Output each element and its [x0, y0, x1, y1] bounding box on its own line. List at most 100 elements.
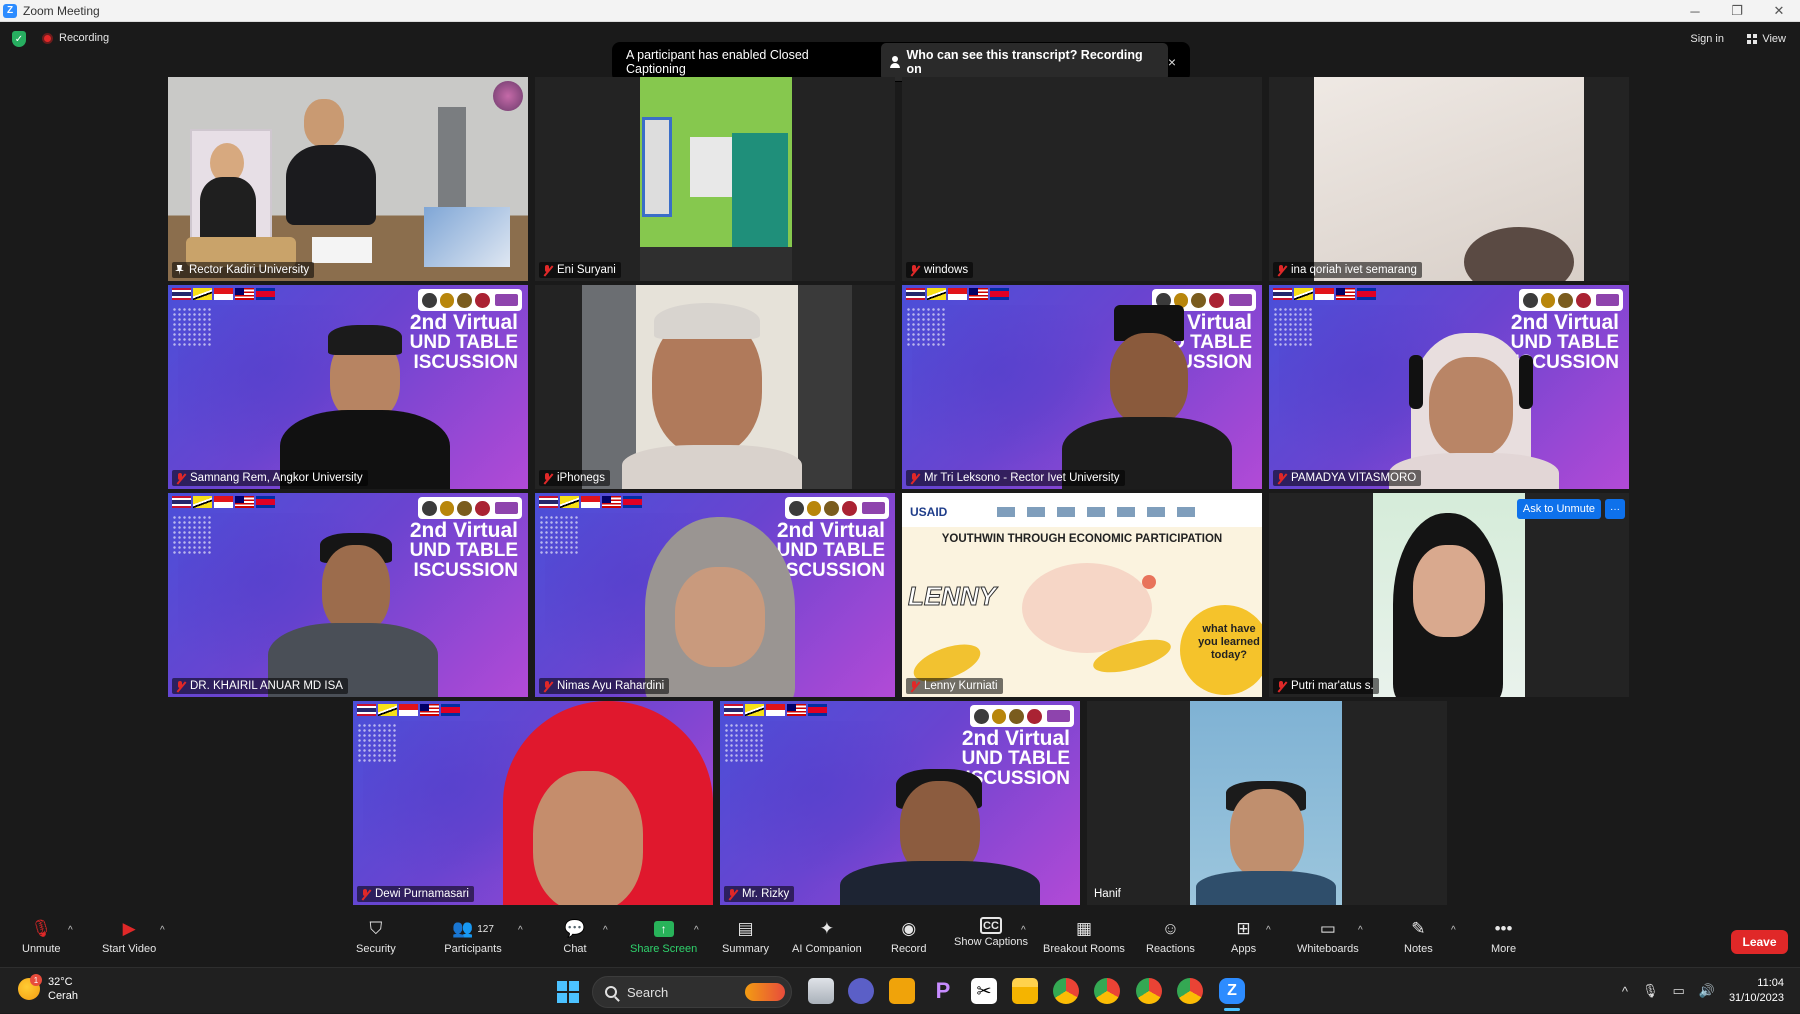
breakout-rooms-icon: ▦: [1075, 919, 1092, 938]
chrome-profile-icon[interactable]: [1094, 978, 1120, 1004]
security-button[interactable]: ⛉ Security: [356, 917, 396, 967]
video-tile[interactable]: 2nd Virtual UND TABLE ISCUSSION PAMADYA …: [1269, 285, 1629, 489]
chrome-profile-icon[interactable]: [1177, 978, 1203, 1004]
slide-title-line1: 2nd Virtual: [961, 727, 1070, 750]
task-view-icon[interactable]: [808, 978, 834, 1004]
record-button[interactable]: ◉ Record: [891, 917, 926, 967]
windows-start-icon[interactable]: [557, 981, 579, 1003]
video-tile[interactable]: windows: [902, 77, 1262, 281]
video-tile[interactable]: Ask to Unmute ··· Putri mar'atus s.: [1269, 493, 1629, 697]
notes-button[interactable]: ✎ Notes: [1404, 917, 1433, 967]
taskbar-clock[interactable]: 11:04 31/10/2023: [1729, 976, 1784, 1006]
tile-more-options-button[interactable]: ···: [1605, 499, 1625, 519]
zoom-app-icon[interactable]: Z: [1219, 978, 1245, 1004]
video-tile[interactable]: iPhonegs: [535, 285, 895, 489]
start-video-button[interactable]: ▶ Start Video: [102, 917, 156, 967]
video-tile[interactable]: 2nd Virtual UND TABLE ISCUSSION DR. KHAI…: [168, 493, 528, 697]
slide-title-line2: UND TABLE: [409, 540, 518, 561]
ai-companion-button[interactable]: ✦ AI Companion: [792, 917, 862, 967]
video-tile[interactable]: 2nd Virtual UND TABLE ISCUSSION Mr. Rizk…: [720, 701, 1080, 905]
teams-chat-icon[interactable]: [848, 978, 874, 1004]
chat-button[interactable]: 💬 Chat: [563, 917, 587, 967]
whiteboards-options-caret[interactable]: ^: [1358, 925, 1363, 936]
participant-name-tag: Nimas Ayu Rahardini: [539, 678, 670, 694]
slide-title-line2: UND TABLE: [961, 748, 1070, 769]
leave-button[interactable]: Leave: [1731, 930, 1788, 954]
slide-title: 2nd Virtual UND TABLE ISCUSSION: [776, 519, 885, 581]
slide-title-line1: 2nd Virtual: [776, 519, 885, 542]
network-icon[interactable]: ▭: [1672, 983, 1684, 999]
breakout-rooms-button[interactable]: ▦ Breakout Rooms: [1043, 917, 1125, 967]
video-tile[interactable]: Rector Kadiri University: [168, 77, 528, 281]
video-tile[interactable]: Eni Suryani: [535, 77, 895, 281]
video-feed: [582, 285, 852, 489]
apps-icon: ⊞: [1236, 919, 1251, 938]
usaid-logo: USAID: [910, 505, 948, 519]
video-feed: [1190, 701, 1342, 905]
video-tile[interactable]: USAID YOUTHWIN THROUGH ECONOMIC PARTICIP…: [902, 493, 1262, 697]
share-screen-button[interactable]: ↑ Share Screen: [630, 917, 697, 967]
weather-widget[interactable]: 1 32°C Cerah: [18, 974, 78, 1003]
explorer-store-icon[interactable]: [889, 978, 915, 1004]
video-tile[interactable]: 2nd Virtual OUND TABLE DISCUSSION Mr Tri…: [902, 285, 1262, 489]
reactions-button[interactable]: ☺ Reactions: [1146, 917, 1195, 967]
slide-heading: YOUTHWIN THROUGH ECONOMIC PARTICIPATION: [941, 533, 1223, 545]
weather-temp: 32°C: [48, 976, 73, 988]
volume-icon[interactable]: 🔊: [1699, 983, 1715, 999]
video-tile[interactable]: Dewi Purnamasari: [353, 701, 713, 905]
participant-name-tag: ina qoriah ivet semarang: [1273, 262, 1422, 278]
whiteboards-label: Whiteboards: [1297, 943, 1359, 955]
participants-options-caret[interactable]: ^: [518, 925, 523, 936]
transcript-visibility-button[interactable]: Who can see this transcript? Recording o…: [880, 43, 1168, 81]
video-tile[interactable]: 2nd Virtual UND TABLE ISCUSSION Samnang …: [168, 285, 528, 489]
view-button[interactable]: View: [1747, 33, 1786, 45]
summary-icon: ▤: [737, 919, 754, 938]
tray-overflow-icon[interactable]: ^: [1622, 984, 1628, 999]
banner-message: A participant has enabled Closed Caption…: [626, 48, 809, 76]
breakout-rooms-label: Breakout Rooms: [1043, 943, 1125, 955]
show-captions-button[interactable]: CC Show Captions: [954, 917, 1028, 967]
video-options-caret[interactable]: ^: [160, 925, 165, 936]
slide-title-line3: ISCUSSION: [413, 352, 518, 373]
slide-presenter-name: LENNY: [907, 581, 997, 612]
participants-button[interactable]: 👥 127 Participants: [443, 917, 503, 967]
capcut-icon[interactable]: ✂: [971, 978, 997, 1004]
microphone-tray-icon[interactable]: 🎙: [1642, 983, 1659, 999]
close-window-button[interactable]: ✕: [1758, 0, 1800, 22]
ask-to-unmute-button[interactable]: Ask to Unmute: [1516, 499, 1601, 519]
recording-indicator[interactable]: Recording: [42, 32, 109, 44]
dot-pattern: [539, 515, 579, 555]
chrome-profile-icon[interactable]: [1136, 978, 1162, 1004]
audio-options-caret[interactable]: ^: [68, 925, 73, 936]
captions-options-caret[interactable]: ^: [1021, 925, 1026, 936]
grid-view-icon: [1747, 34, 1758, 44]
picsart-icon[interactable]: P: [930, 978, 956, 1004]
window-titlebar: Z Zoom Meeting ─ ❐ ✕: [0, 0, 1800, 22]
security-shield-icon[interactable]: ✓: [12, 31, 26, 47]
participant-name-tag: Samnang Rem, Angkor University: [172, 470, 368, 486]
summary-button[interactable]: ▤ Summary: [722, 917, 769, 967]
notes-options-caret[interactable]: ^: [1451, 925, 1456, 936]
participant-name: Dewi Purnamasari: [375, 888, 469, 900]
dot-pattern: [172, 515, 212, 555]
video-tile[interactable]: Hanif: [1087, 701, 1447, 905]
share-options-caret[interactable]: ^: [694, 925, 699, 936]
chat-options-caret[interactable]: ^: [603, 925, 608, 936]
file-explorer-icon[interactable]: [1012, 978, 1038, 1004]
slide-title-line1: 2nd Virtual: [409, 311, 518, 334]
more-button[interactable]: ••• More: [1491, 917, 1516, 967]
video-tile[interactable]: 2nd Virtual UND TABLE ISCUSSION Nimas Ay…: [535, 493, 895, 697]
apps-button[interactable]: ⊞ Apps: [1231, 917, 1256, 967]
video-feed: [168, 77, 528, 281]
taskbar-search[interactable]: Search: [592, 976, 792, 1008]
whiteboards-button[interactable]: ▭ Whiteboards: [1297, 917, 1359, 967]
apps-options-caret[interactable]: ^: [1266, 925, 1271, 936]
video-tile[interactable]: ina qoriah ivet semarang: [1269, 77, 1629, 281]
chrome-icon[interactable]: [1053, 978, 1079, 1004]
close-banner-button[interactable]: ×: [1168, 54, 1176, 70]
minimize-button[interactable]: ─: [1674, 0, 1716, 22]
cc-icon: CC: [980, 917, 1002, 934]
restore-button[interactable]: ❐: [1716, 0, 1758, 22]
sign-in-link[interactable]: Sign in: [1690, 33, 1724, 45]
unmute-button[interactable]: 🎙 Unmute: [22, 917, 61, 967]
